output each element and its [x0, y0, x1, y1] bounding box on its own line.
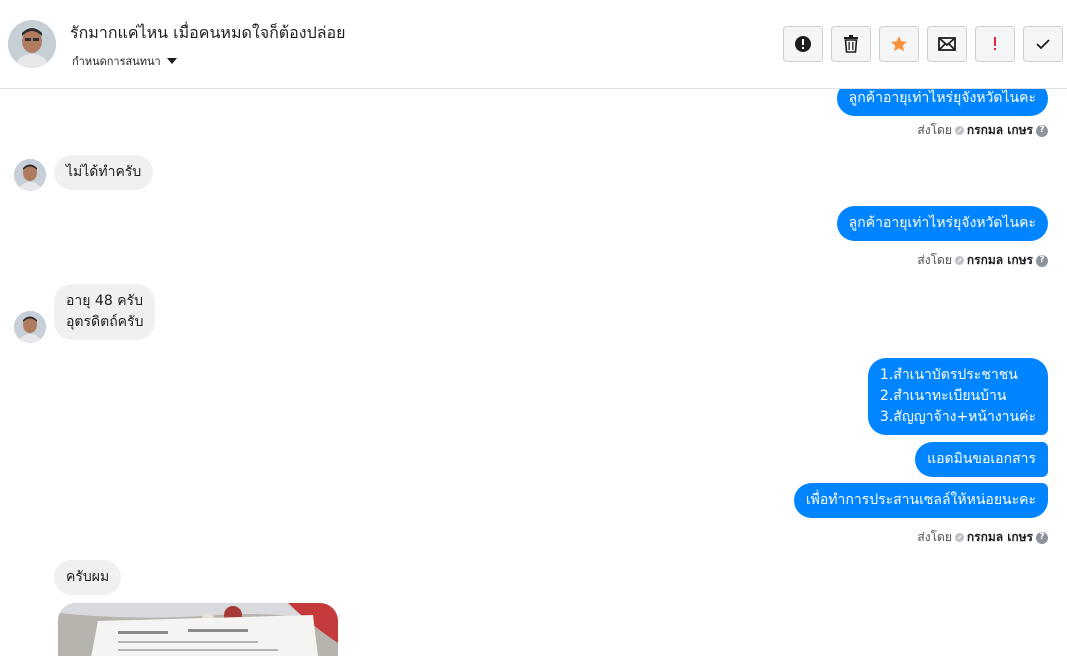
caret-down-icon	[166, 58, 177, 64]
sent-by-prefix: ส่งโดย	[917, 530, 952, 544]
incoming-message: ครับผม	[54, 560, 122, 595]
sent-by-label: ส่งโดย กรกมล เกษร ?	[917, 528, 1048, 547]
sent-by-prefix: ส่งโดย	[917, 253, 952, 267]
sent-by-label: ส่งโดย กรกมล เกษร ?	[917, 251, 1048, 270]
help-icon[interactable]: ?	[1036, 531, 1048, 544]
message-line: อายุ 48 ครับ	[66, 293, 143, 309]
help-icon[interactable]: ?	[1036, 254, 1048, 267]
check-circle-icon	[954, 256, 964, 265]
message-line: 3.สัญญาจ้าง+หน้างานค่ะ	[879, 409, 1036, 425]
check-circle-icon	[954, 533, 964, 542]
outgoing-message: เพื่อทำการประสานเซลล์ให้หน่อยนะคะ	[793, 483, 1048, 518]
conversation-options[interactable]: กำหนดการสนทนา	[72, 52, 177, 70]
sender-name: กรกมล เกษร	[966, 253, 1033, 267]
avatar[interactable]	[14, 311, 46, 343]
outgoing-message: ลูกค้าอายุเท่าไหร่ยุจังหวัดไนคะ	[836, 206, 1048, 241]
spam-button[interactable]	[975, 26, 1015, 62]
sent-by-label: ส่งโดย กรกมล เกษร ?	[917, 121, 1048, 140]
outgoing-message: ลูกค้าอายุเท่าไหร่ยุจังหวัดไนคะ	[836, 89, 1048, 116]
mark-unread-button[interactable]	[927, 26, 967, 62]
check-circle-icon	[954, 126, 964, 135]
envelope-icon	[938, 37, 956, 51]
delete-button[interactable]	[831, 26, 871, 62]
report-icon	[795, 36, 811, 52]
avatar[interactable]	[14, 159, 46, 191]
mark-done-button[interactable]	[1023, 26, 1063, 62]
outgoing-message: 1.สำเนาบัตรประชาชน 2.สำเนาทะเบียนบ้าน 3.…	[867, 358, 1048, 435]
sender-name: กรกมล เกษร	[966, 530, 1033, 544]
avatar[interactable]	[8, 20, 56, 68]
attached-photo[interactable]	[58, 603, 338, 656]
conversation-header: รักมากแค่ไหน เมื่อคนหมดใจก็ต้องปล่อย กำห…	[0, 0, 1067, 89]
star-icon	[891, 36, 907, 52]
conversation-options-label: กำหนดการสนทนา	[72, 55, 161, 68]
incoming-message: ไม่ได้ทำครับ	[54, 155, 154, 190]
header-actions	[783, 26, 1063, 62]
sent-by-prefix: ส่งโดย	[917, 123, 952, 137]
help-icon[interactable]: ?	[1036, 124, 1048, 137]
star-button[interactable]	[879, 26, 919, 62]
incoming-message: อายุ 48 ครับ อุตรดิตถ์ครับ	[54, 284, 156, 340]
message-thread[interactable]: ลูกค้าอายุเท่าไหร่ยุจังหวัดไนคะ ส่งโดย ก…	[0, 89, 1067, 656]
outgoing-message: แอดมินขอเอกสาร	[915, 442, 1048, 477]
message-line: 2.สำเนาทะเบียนบ้าน	[879, 388, 1007, 404]
trash-icon	[844, 35, 858, 53]
sender-name: กรกมล เกษร	[966, 123, 1033, 137]
checkmark-icon	[1036, 39, 1050, 50]
exclamation-icon	[994, 37, 996, 50]
message-line: 1.สำเนาบัตรประชาชน	[879, 367, 1018, 383]
page-title: รักมากแค่ไหน เมื่อคนหมดใจก็ต้องปล่อย	[70, 23, 346, 42]
report-button[interactable]	[783, 26, 823, 62]
message-line: อุตรดิตถ์ครับ	[66, 314, 144, 330]
